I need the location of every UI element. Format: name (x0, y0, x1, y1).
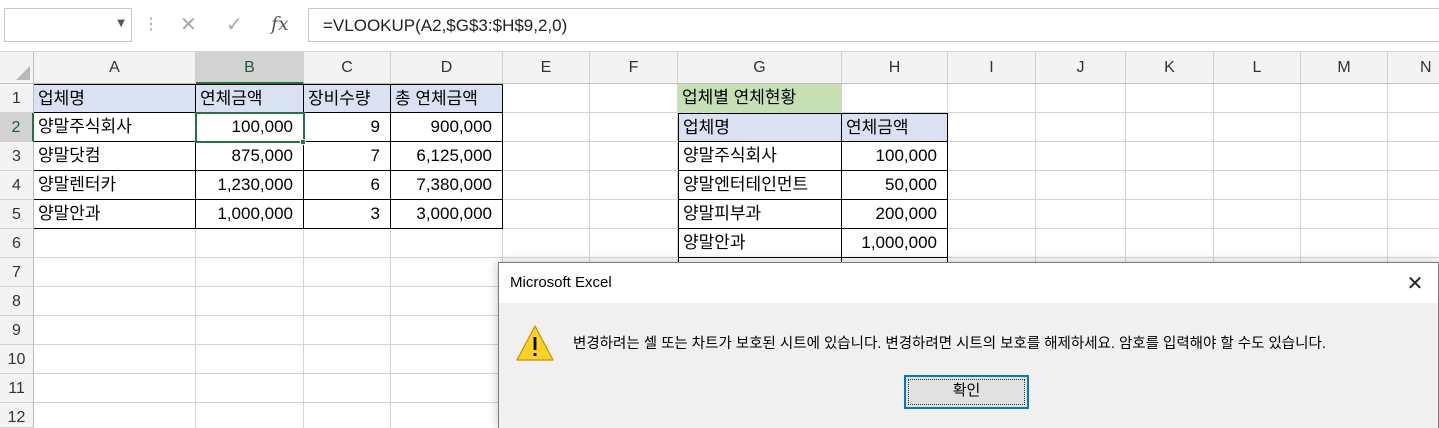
column-header-f[interactable]: F (590, 52, 678, 84)
cell-h6[interactable]: 1,000,000 (842, 229, 948, 258)
column-header-d[interactable]: D (391, 52, 503, 84)
column-header-c[interactable]: C (304, 52, 391, 84)
column-header-b[interactable]: B (196, 52, 304, 84)
close-icon[interactable]: ✕ (1392, 263, 1438, 303)
column-header-i[interactable]: I (948, 52, 1036, 84)
cancel-icon[interactable]: ✕ (180, 12, 197, 36)
enter-icon[interactable]: ✓ (226, 12, 243, 36)
cell-g1[interactable]: 업체별 연체현황 (678, 84, 842, 113)
dialog-title: Microsoft Excel (510, 274, 612, 291)
row-header-5[interactable]: 5 (0, 200, 34, 229)
cell-c3[interactable]: 7 (304, 142, 391, 171)
row-header-1[interactable]: 1 (0, 84, 34, 113)
fill-handle[interactable] (300, 139, 306, 145)
row-header-7[interactable]: 7 (0, 258, 34, 287)
cell-d3[interactable]: 6,125,000 (391, 142, 503, 171)
row-header-12[interactable]: 12 (0, 403, 34, 428)
select-all-button[interactable] (0, 52, 34, 84)
cell-g2[interactable]: 업체명 (678, 113, 842, 142)
column-header-l[interactable]: L (1214, 52, 1301, 84)
row-header-4[interactable]: 4 (0, 171, 34, 200)
dialog-titlebar[interactable]: Microsoft Excel ✕ (499, 263, 1438, 303)
cell-g4[interactable]: 양말엔터테인먼트 (678, 171, 842, 200)
cell-d2[interactable]: 900,000 (391, 113, 503, 142)
cell-a2[interactable]: 양말주식회사 (34, 113, 196, 142)
ok-button[interactable]: 확인 (904, 375, 1029, 409)
cell-a4[interactable]: 양말렌터카 (34, 171, 196, 200)
row-header-11[interactable]: 11 (0, 374, 34, 403)
cell-c4[interactable]: 6 (304, 171, 391, 200)
dialog-body: 변경하려는 셀 또는 차트가 보호된 시트에 있습니다. 변경하려면 시트의 보… (499, 303, 1438, 428)
row-header-8[interactable]: 8 (0, 287, 34, 316)
cell-a3[interactable]: 양말닷컴 (34, 142, 196, 171)
column-header-h[interactable]: H (842, 52, 948, 84)
cell-c5[interactable]: 3 (304, 200, 391, 229)
cell-d5[interactable]: 3,000,000 (391, 200, 503, 229)
cell-g3[interactable]: 양말주식회사 (678, 142, 842, 171)
column-header-n[interactable]: N (1388, 52, 1439, 84)
cell-a1[interactable]: 업체명 (34, 84, 196, 113)
row-header-2[interactable]: 2 (0, 113, 34, 142)
row-header-9[interactable]: 9 (0, 316, 34, 345)
dropdown-arrow-icon[interactable]: ▼ (117, 18, 125, 29)
column-header-j[interactable]: J (1036, 52, 1126, 84)
formula-bar: ▼ ⋮ ✕ ✓ fx =VLOOKUP(A2,$G$3:$H$9,2,0) (0, 0, 1439, 52)
dialog-message: 변경하려는 셀 또는 차트가 보호된 시트에 있습니다. 변경하려면 시트의 보… (573, 336, 1326, 352)
row-header-6[interactable]: 6 (0, 229, 34, 258)
protected-sheet-dialog: Microsoft Excel ✕ 변경하려는 셀 또는 차트가 보호된 시트에… (498, 262, 1439, 428)
cell-g5[interactable]: 양말피부과 (678, 200, 842, 229)
row-header-3[interactable]: 3 (0, 142, 34, 171)
cell-b1[interactable]: 연체금액 (196, 84, 304, 113)
warning-icon (516, 325, 554, 361)
column-header-g[interactable]: G (678, 52, 842, 84)
cell-h3[interactable]: 100,000 (842, 142, 948, 171)
cell-b4[interactable]: 1,230,000 (196, 171, 304, 200)
cell-c1[interactable]: 장비수량 (304, 84, 391, 113)
name-box[interactable]: ▼ (4, 8, 132, 42)
insert-function-icon[interactable]: fx (271, 13, 289, 35)
cell-b5[interactable]: 1,000,000 (196, 200, 304, 229)
column-header-m[interactable]: M (1301, 52, 1388, 84)
formula-input[interactable]: =VLOOKUP(A2,$G$3:$H$9,2,0) (308, 8, 1439, 42)
cell-h5[interactable]: 200,000 (842, 200, 948, 229)
cell-d1[interactable]: 총 연체금액 (391, 84, 503, 113)
cell-d4[interactable]: 7,380,000 (391, 171, 503, 200)
formula-text: =VLOOKUP(A2,$G$3:$H$9,2,0) (323, 16, 568, 35)
cell-b2[interactable]: 100,000 (196, 113, 304, 142)
cell-g6[interactable]: 양말안과 (678, 229, 842, 258)
cell-c2[interactable]: 9 (304, 113, 391, 142)
more-options-icon[interactable]: ⋮ (143, 14, 159, 33)
cell-h2[interactable]: 연체금액 (842, 113, 948, 142)
column-header-k[interactable]: K (1126, 52, 1214, 84)
cell-a5[interactable]: 양말안과 (34, 200, 196, 229)
row-header-10[interactable]: 10 (0, 345, 34, 374)
cell-b3[interactable]: 875,000 (196, 142, 304, 171)
column-header-e[interactable]: E (503, 52, 590, 84)
column-header-a[interactable]: A (34, 52, 196, 84)
cell-h4[interactable]: 50,000 (842, 171, 948, 200)
